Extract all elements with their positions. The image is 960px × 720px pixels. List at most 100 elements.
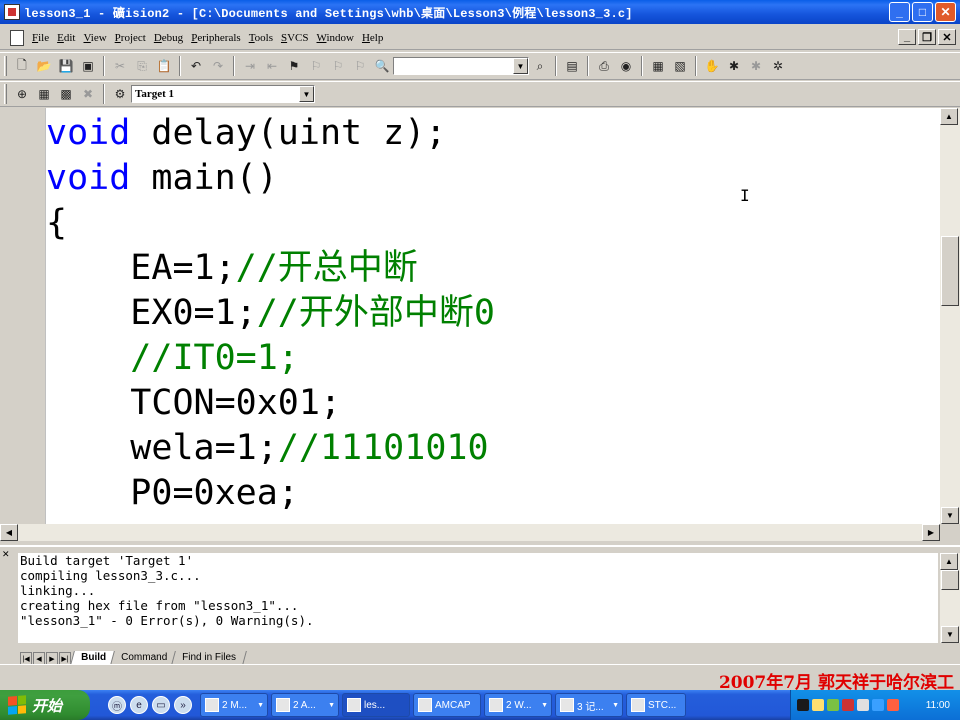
- stop-build-icon[interactable]: ✖: [78, 84, 98, 104]
- task-button[interactable]: AMCAP: [413, 693, 481, 717]
- separator: [587, 56, 589, 76]
- project-window-icon[interactable]: ▦: [648, 56, 668, 76]
- unindent-icon[interactable]: ⇤: [262, 56, 282, 76]
- help-icon[interactable]: [812, 699, 824, 711]
- scroll-up-arrow-icon[interactable]: ▲: [940, 553, 958, 570]
- cut-icon[interactable]: ✂: [110, 56, 130, 76]
- toolbar-grip[interactable]: [4, 56, 7, 76]
- translate-icon[interactable]: ⊕: [12, 84, 32, 104]
- code-comment: //开外部中断0: [256, 293, 495, 333]
- task-button[interactable]: 3 记... ▼: [555, 693, 623, 717]
- menu-view[interactable]: View: [79, 32, 110, 44]
- menu-peripherals[interactable]: Peripherals: [187, 32, 245, 44]
- start-button[interactable]: 开始: [0, 690, 90, 720]
- menu-edit[interactable]: Edit: [53, 32, 79, 44]
- undo-icon[interactable]: ↶: [186, 56, 206, 76]
- task-button[interactable]: STC...: [626, 693, 686, 717]
- mdi-restore-button[interactable]: ❐: [918, 29, 936, 45]
- menu-help[interactable]: Help: [358, 32, 387, 44]
- close-icon[interactable]: ✕: [2, 549, 12, 560]
- scroll-right-arrow-icon[interactable]: ▶: [922, 524, 940, 541]
- input-method-icon[interactable]: [797, 699, 809, 711]
- chevron-down-icon[interactable]: ▼: [299, 86, 314, 102]
- chevron-down-icon[interactable]: ▼: [513, 58, 528, 74]
- open-file-icon[interactable]: 📂: [34, 56, 54, 76]
- output-line: creating hex file from "lesson3_1"...: [20, 598, 299, 613]
- tab-find-in-files[interactable]: Find in Files: [171, 651, 247, 665]
- security-shield-icon[interactable]: [887, 699, 899, 711]
- find-in-files-icon[interactable]: 🔍: [372, 56, 392, 76]
- new-file-icon[interactable]: 🗋: [12, 56, 32, 76]
- mdi-minimize-button[interactable]: _: [898, 29, 916, 45]
- bookmark-clear-icon[interactable]: ⚐: [350, 56, 370, 76]
- menu-file[interactable]: File: [28, 32, 53, 44]
- task-button[interactable]: les...: [342, 693, 410, 717]
- paste-icon[interactable]: 📋: [154, 56, 174, 76]
- close-button[interactable]: ✕: [935, 2, 956, 22]
- debug-session-icon[interactable]: ◉: [616, 56, 636, 76]
- volume-icon[interactable]: [872, 699, 884, 711]
- bookmark-next-icon[interactable]: ⚐: [306, 56, 326, 76]
- mdi-close-button[interactable]: ✕: [938, 29, 956, 45]
- tab-command[interactable]: Command: [110, 651, 179, 665]
- code-pane[interactable]: void delay(uint z); void main() { EA=1;/…: [46, 108, 940, 524]
- task-button[interactable]: 2 A... ▼: [271, 693, 339, 717]
- file-toolbar: 🗋 📂 💾 ▣ ✂ ⎘ 📋 ↶ ↷ ⇥ ⇤ ⚑ ⚐ ⚐ ⚐ 🔍 ▼ ⌕ ▤ ⎙ …: [0, 52, 960, 80]
- editor-margin[interactable]: [0, 108, 46, 524]
- build-icon[interactable]: ▦: [34, 84, 54, 104]
- menu-tools[interactable]: Tools: [245, 32, 277, 44]
- editor-vertical-scrollbar[interactable]: ▲ ▼: [940, 108, 960, 524]
- redo-icon[interactable]: ↷: [208, 56, 228, 76]
- print-icon[interactable]: ⎙: [594, 56, 614, 76]
- bookmark-toggle-icon[interactable]: ⚑: [284, 56, 304, 76]
- bookmark-prev-icon[interactable]: ⚐: [328, 56, 348, 76]
- editor-horizontal-scrollbar[interactable]: ◀ ▶: [0, 524, 940, 541]
- indent-icon[interactable]: ⇥: [240, 56, 260, 76]
- maximize-button[interactable]: □: [912, 2, 933, 22]
- binoculars-icon[interactable]: ⌕: [530, 56, 550, 76]
- breakpoint-enable-icon[interactable]: ✱: [746, 56, 766, 76]
- scroll-thumb[interactable]: [941, 236, 959, 306]
- scroll-left-arrow-icon[interactable]: ◀: [0, 524, 18, 541]
- network-icon[interactable]: [857, 699, 869, 711]
- menu-debug[interactable]: Debug: [150, 32, 187, 44]
- minimize-button[interactable]: _: [889, 2, 910, 22]
- hand-icon[interactable]: ✋: [702, 56, 722, 76]
- code-line: wela=1;//11101010: [46, 426, 488, 471]
- app-icon[interactable]: [4, 4, 20, 20]
- find-combo[interactable]: ▼: [393, 57, 529, 75]
- save-icon[interactable]: 💾: [56, 56, 76, 76]
- menu-window[interactable]: Window: [313, 32, 358, 44]
- antivirus-icon[interactable]: [842, 699, 854, 711]
- quicklaunch-ie-icon[interactable]: ⓜ: [108, 696, 126, 714]
- copy-icon[interactable]: ⎘: [132, 56, 152, 76]
- document-icon[interactable]: [10, 29, 24, 46]
- build-output[interactable]: Build target 'Target 1' compiling lesson…: [18, 553, 938, 643]
- rebuild-icon[interactable]: ▩: [56, 84, 76, 104]
- menu-svcs[interactable]: SVCS: [277, 32, 313, 44]
- task-button[interactable]: 2 W... ▼: [484, 693, 552, 717]
- quicklaunch-more-icon[interactable]: »: [174, 696, 192, 714]
- menu-project[interactable]: Project: [111, 32, 150, 44]
- scroll-thumb[interactable]: [941, 570, 959, 590]
- breakpoint-insert-icon[interactable]: ✱: [724, 56, 744, 76]
- task-button[interactable]: 2 M... ▼: [200, 693, 268, 717]
- target-options-icon[interactable]: ⚙: [110, 84, 130, 104]
- clock[interactable]: 11:00: [926, 700, 950, 711]
- title-bar[interactable]: lesson3_1 - 礦ision2 - [C:\Documents and …: [0, 0, 960, 24]
- scroll-down-arrow-icon[interactable]: ▼: [941, 507, 959, 524]
- breakpoint-clear-icon[interactable]: ✲: [768, 56, 788, 76]
- tray-app-icon[interactable]: [827, 699, 839, 711]
- scroll-down-arrow-icon[interactable]: ▼: [941, 626, 959, 643]
- source-browser-icon[interactable]: ▤: [562, 56, 582, 76]
- target-select[interactable]: Target 1 ▼: [131, 85, 315, 103]
- system-tray: 11:00: [790, 690, 960, 720]
- quicklaunch-browser-icon[interactable]: e: [130, 696, 148, 714]
- chevron-down-icon: ▼: [257, 701, 264, 709]
- output-vertical-scrollbar[interactable]: ▲ ▼: [940, 553, 960, 643]
- output-window-icon[interactable]: ▧: [670, 56, 690, 76]
- save-all-icon[interactable]: ▣: [78, 56, 98, 76]
- quicklaunch-desktop-icon[interactable]: ▭: [152, 696, 170, 714]
- scroll-up-arrow-icon[interactable]: ▲: [940, 108, 958, 125]
- toolbar-grip[interactable]: [4, 84, 7, 104]
